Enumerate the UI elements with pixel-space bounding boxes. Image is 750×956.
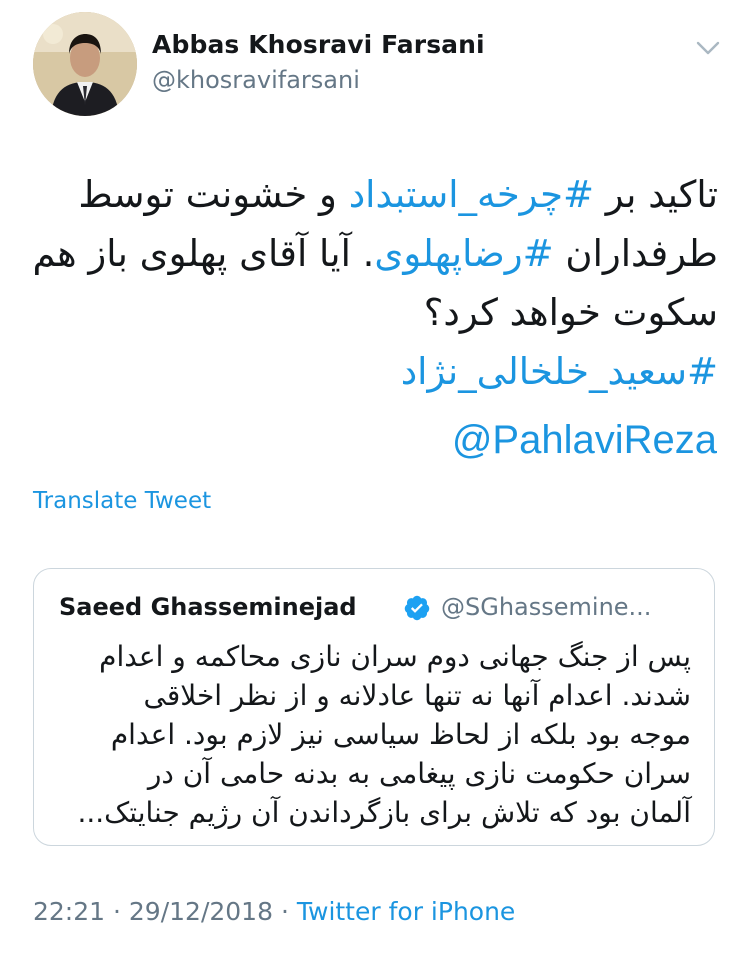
- tweet-line-1: تاکید بر #چرخه_استبداد و خشونت توسط: [20, 165, 718, 224]
- avatar-photo: [33, 12, 137, 116]
- quoted-line: آلمان بود که تلاش برای بازگرداندن آن رژی…: [77, 796, 691, 829]
- quoted-line: سران حکومت نازی پیغامی به بدنه حامی آن د…: [147, 757, 691, 790]
- tweet-text-segment: و خشونت توسط: [78, 173, 349, 216]
- quoted-tweet-text: پس از جنگ جهانی دوم سران نازی محاکمه و ا…: [59, 637, 691, 832]
- quoted-line: پس از جنگ جهانی دوم سران نازی محاکمه و ا…: [99, 640, 691, 673]
- quoted-line: موجه بود بلکه از لحاظ سیاسی نیز لازم بود…: [110, 718, 691, 751]
- author-avatar[interactable]: [33, 12, 137, 116]
- meta-separator: ·: [113, 897, 121, 926]
- tweet-text-segment: تاکید بر: [593, 173, 718, 216]
- hashtag-link[interactable]: #رضاپهلوی: [374, 232, 553, 275]
- mention-link[interactable]: @PahlaviReza: [452, 418, 717, 463]
- chevron-down-icon[interactable]: [694, 38, 722, 58]
- author-name[interactable]: Abbas Khosravi Farsani: [152, 30, 485, 59]
- tweet-source-link[interactable]: Twitter for iPhone: [297, 897, 515, 926]
- tweet-line-3: سکوت خواهد کرد؟: [423, 291, 718, 334]
- tweet-line-2: طرفداران #رضاپهلوی. آیا آقای پهلوی باز ه…: [20, 224, 718, 283]
- quoted-author-handle: @SGhassemine...: [441, 593, 652, 621]
- meta-separator: ·: [280, 897, 289, 926]
- verified-badge-icon: [404, 595, 430, 621]
- quoted-tweet-card[interactable]: Saeed Ghasseminejad @SGhassemine... پس ا…: [33, 568, 715, 846]
- hashtag-link[interactable]: #سعید_خلخالی_نژاد: [401, 350, 718, 393]
- translate-tweet-link[interactable]: Translate Tweet: [33, 488, 211, 514]
- quoted-line: شدند. اعدام آنها نه تنها عادلانه و از نظ…: [143, 679, 691, 712]
- quoted-author-name: Saeed Ghasseminejad: [59, 593, 357, 621]
- tweet-text-segment: طرفداران: [553, 232, 718, 275]
- tweet-time[interactable]: 22:21: [33, 897, 105, 926]
- tweet-date[interactable]: 29/12/2018: [129, 897, 273, 926]
- tweet-metadata: 22:21 · 29/12/2018 · Twitter for iPhone: [33, 897, 515, 926]
- author-handle[interactable]: @khosravifarsani: [152, 66, 360, 94]
- tweet-line-4: #سعید_خلخالی_نژاد: [20, 342, 718, 401]
- hashtag-link[interactable]: #چرخه_استبداد: [349, 173, 594, 216]
- tweet-text: تاکید بر #چرخه_استبداد و خشونت توسط طرفد…: [20, 165, 718, 401]
- tweet-text-segment: . آیا آقای پهلوی باز هم: [32, 232, 375, 275]
